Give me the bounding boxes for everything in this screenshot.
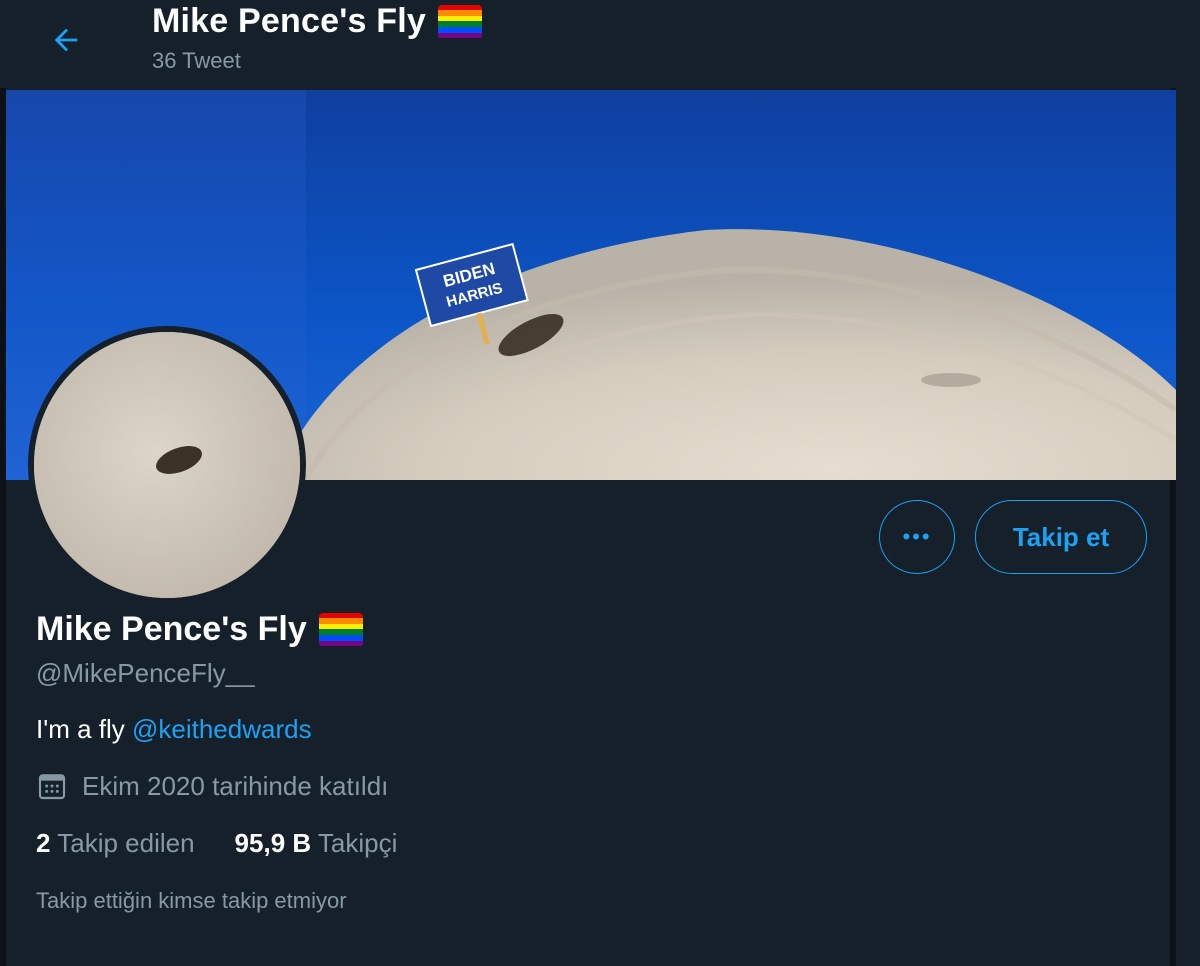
- header-title: Mike Pence's Fly: [152, 2, 482, 41]
- profile-bio: I'm a fly @keithedwards: [36, 714, 312, 745]
- rainbow-flag-icon: [318, 612, 363, 647]
- more-options-button[interactable]: •••: [879, 500, 955, 574]
- join-date: Ekim 2020 tarihinde katıldı: [36, 770, 388, 802]
- followers-link[interactable]: 95,9 B Takipçi: [235, 828, 398, 859]
- profile-name: Mike Pence's Fly: [36, 610, 363, 649]
- following-count: 2: [36, 828, 51, 858]
- followers-count: 95,9 B: [234, 828, 312, 858]
- following-label: Takip edilen: [57, 828, 195, 858]
- rainbow-flag-icon: [437, 4, 482, 39]
- profile-handle: @MikePenceFly__: [36, 658, 255, 688]
- follow-stats: 2 Takip edilen 95,9 B Takipçi: [36, 828, 397, 859]
- join-date-text: Ekim 2020 tarihinde katıldı: [82, 770, 389, 801]
- bio-text: I'm a fly: [36, 714, 132, 744]
- tweet-count: 36 Tweet: [152, 48, 241, 73]
- more-icon: •••: [902, 524, 932, 549]
- header-name: Mike Pence's Fly: [152, 2, 426, 40]
- profile-avatar[interactable]: [28, 326, 306, 604]
- calendar-icon: [38, 774, 66, 800]
- following-link[interactable]: 2 Takip edilen: [36, 828, 195, 859]
- mutual-followers-note: Takip ettiğin kimse takip etmiyor: [36, 888, 347, 913]
- bio-mention-link[interactable]: @keithedwards: [132, 714, 312, 744]
- top-bar: Mike Pence's Fly 36 Tweet: [0, 0, 1176, 88]
- profile-display-name: Mike Pence's Fly: [36, 610, 307, 648]
- followers-label: Takipçi: [317, 828, 398, 858]
- arrow-left-icon: [54, 28, 78, 52]
- follow-button[interactable]: Takip et: [975, 500, 1147, 574]
- back-button[interactable]: [44, 18, 88, 62]
- avatar-image: [34, 332, 300, 598]
